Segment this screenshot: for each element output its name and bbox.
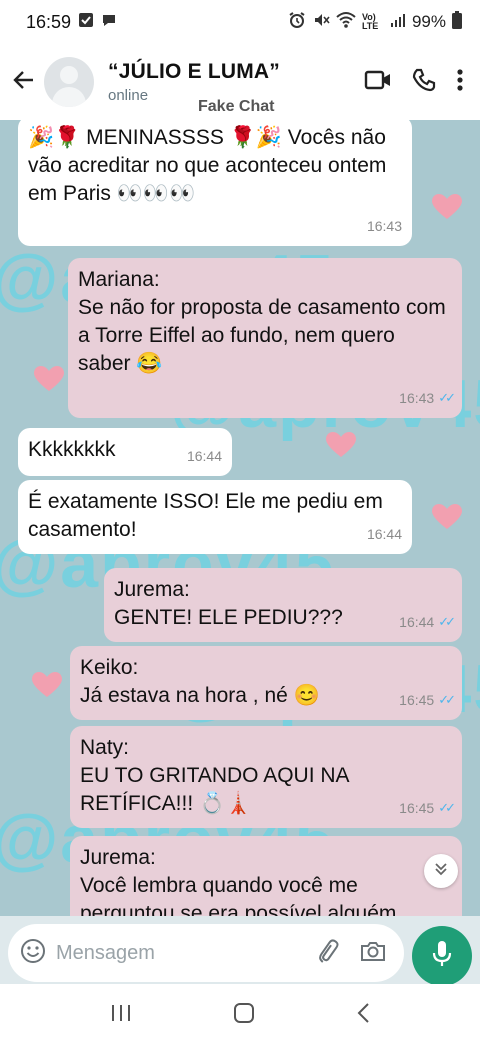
message-time: 16:43 — [366, 218, 402, 234]
alarm-icon — [288, 11, 306, 34]
message-text: Você lembra quando você me perguntou se … — [80, 874, 397, 916]
camera-icon[interactable] — [360, 939, 386, 968]
heart-decoration — [34, 366, 64, 392]
avatar[interactable] — [44, 57, 94, 107]
back-icon[interactable] — [356, 1002, 370, 1029]
message-text: EU TO GRITANDO AQUI NA RETÍFICA!!! 💍🗼 — [80, 764, 349, 815]
scroll-down-button[interactable] — [424, 854, 458, 888]
message-bubble[interactable]: Jurema: Você lembra quando você me pergu… — [70, 836, 462, 916]
message-sender: Jurema: — [80, 846, 156, 869]
message-sender: Mariana: — [78, 268, 160, 291]
message-time: 16:45 — [399, 800, 435, 816]
heart-decoration — [432, 194, 462, 220]
message-time: 16:45 — [399, 692, 435, 708]
chevron-double-down-icon — [433, 861, 449, 882]
input-bar — [0, 916, 480, 986]
heart-decoration — [32, 672, 62, 698]
message-time: 16:44 — [399, 614, 435, 630]
message-sender: Naty: — [80, 736, 130, 759]
read-ticks-icon: ✓✓ — [438, 692, 456, 707]
fake-chat-label: Fake Chat — [198, 98, 275, 115]
message-sender: Keiko: — [80, 656, 139, 679]
heart-decoration — [432, 504, 462, 530]
message-bubble[interactable]: É exatamente ISSO! Ele me pediu em casam… — [18, 480, 412, 554]
message-text: GENTE! ELE PEDIU??? — [114, 606, 343, 629]
home-icon[interactable] — [233, 1002, 255, 1029]
read-ticks-icon: ✓✓ — [438, 390, 456, 405]
message-bubble[interactable]: Jurema: GENTE! ELE PEDIU??? 16:44 ✓✓ — [104, 568, 462, 642]
more-vert-icon[interactable] — [456, 68, 464, 97]
mute-icon — [312, 11, 330, 34]
contact-name: “JÚLIO E LUMA” — [108, 60, 280, 83]
message-sender: Jurema: — [114, 578, 190, 601]
attach-icon[interactable] — [314, 938, 340, 969]
message-bubble[interactable]: Kkkkkkkk 16:44 — [18, 428, 232, 476]
read-ticks-icon: ✓✓ — [438, 614, 456, 629]
system-nav-bar — [0, 984, 480, 1046]
message-text: É exatamente ISSO! Ele me pediu em casam… — [28, 490, 383, 541]
read-ticks-icon: ✓✓ — [438, 800, 456, 815]
message-text: Já estava na hora , né 😊 — [80, 684, 320, 707]
message-text: Kkkkkkkk — [28, 438, 116, 461]
battery-icon — [452, 10, 462, 34]
message-bubble[interactable]: 🎉🌹 MENINASSSS 🌹🎉 Vocês não vão acreditar… — [18, 120, 412, 246]
status-time: 16:59 — [26, 11, 72, 32]
back-arrow-icon — [12, 68, 36, 97]
message-text: Se não for proposta de casamento com a T… — [78, 296, 446, 375]
message-bubble[interactable]: Naty: EU TO GRITANDO AQUI NA RETÍFICA!!!… — [70, 726, 462, 828]
message-time: 16:44 — [186, 448, 222, 464]
wifi-icon — [336, 11, 356, 34]
chat-area[interactable]: @aprov45 @aprov45 @aprov45 @aprov45 @apr… — [0, 120, 480, 916]
signal-icon — [390, 12, 406, 33]
message-time: 16:43 — [399, 390, 435, 406]
message-input-container — [8, 924, 404, 982]
heart-decoration — [326, 432, 356, 458]
mic-button[interactable] — [412, 926, 472, 986]
message-time: 16:44 — [366, 526, 402, 542]
checkbox-notification-icon — [78, 12, 94, 33]
emoji-icon[interactable] — [20, 938, 46, 969]
message-input[interactable] — [56, 941, 276, 965]
message-text: 🎉🌹 MENINASSSS 🌹🎉 Vocês não vão acreditar… — [28, 126, 387, 205]
recent-apps-icon[interactable] — [110, 1003, 132, 1028]
message-bubble[interactable]: Keiko: Já estava na hora , né 😊 16:45 ✓✓ — [70, 646, 462, 720]
network-label: Vo) LTE — [361, 12, 379, 31]
message-bubble[interactable]: Mariana: Se não for proposta de casament… — [68, 258, 462, 418]
chat-notification-icon — [101, 12, 117, 33]
video-call-icon[interactable] — [364, 69, 392, 96]
back-button[interactable] — [2, 60, 46, 104]
battery-percent: 99% — [411, 12, 446, 31]
mic-icon — [431, 940, 453, 973]
status-bar: 16:59 Vo) LTE 99% — [0, 0, 480, 44]
phone-icon[interactable] — [412, 68, 436, 97]
